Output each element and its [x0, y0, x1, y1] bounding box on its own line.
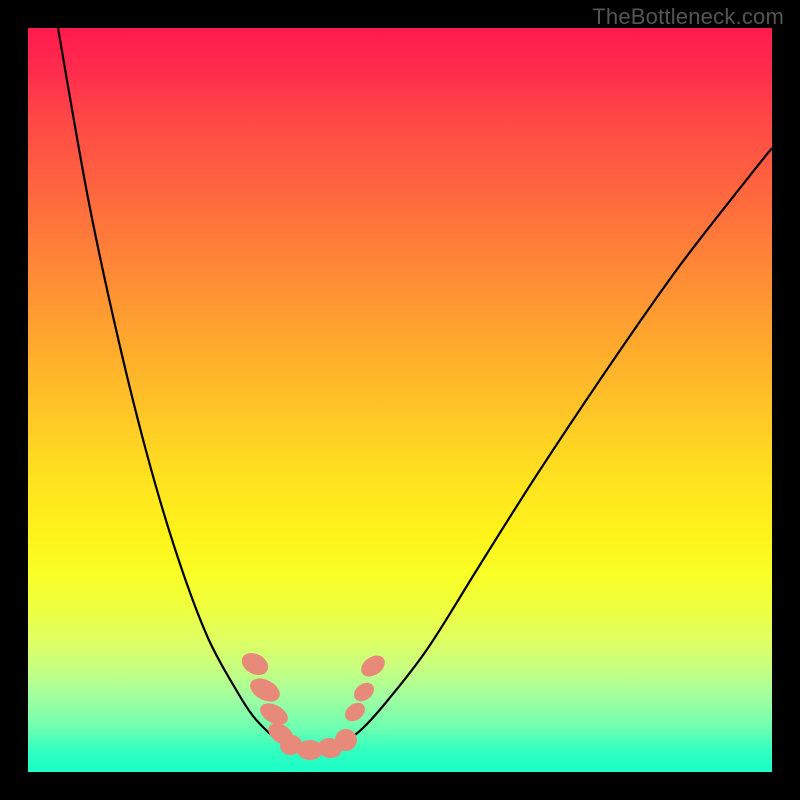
plot-area	[28, 28, 772, 772]
bead-10	[357, 651, 389, 681]
bead-0	[238, 649, 272, 680]
bead-1	[246, 674, 284, 707]
curve-beads	[238, 649, 389, 760]
curve-path	[58, 28, 772, 748]
bottleneck-curve	[28, 28, 772, 772]
watermark-text: TheBottleneck.com	[592, 4, 784, 30]
bead-9	[350, 679, 377, 705]
frame: TheBottleneck.com	[0, 0, 800, 800]
bead-8	[341, 699, 368, 725]
